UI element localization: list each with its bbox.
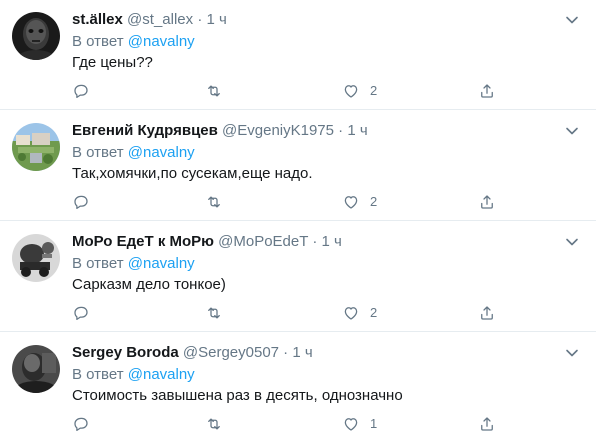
reply-icon (72, 415, 90, 433)
author-handle[interactable]: @EvgeniyK1975 (222, 122, 334, 139)
share-button[interactable] (478, 80, 496, 102)
author-name[interactable]: Sergey Boroda (72, 344, 179, 361)
tweet-header: st.ällex @st_allex · 1 ч (72, 10, 227, 30)
reply-feed: st.ällex @st_allex · 1 ч В ответ @navaln… (0, 0, 596, 440)
heart-icon (342, 415, 360, 433)
author-name[interactable]: Евгений Кудрявцев (72, 122, 218, 139)
heart-icon (342, 304, 360, 322)
like-count: 1 (370, 416, 378, 431)
like-count: 2 (370, 194, 378, 209)
mention-link[interactable]: @navalny (128, 144, 195, 161)
reply-prefix: В ответ (72, 255, 124, 272)
action-bar: 2 (72, 302, 512, 324)
reply-button[interactable] (72, 191, 90, 213)
timestamp[interactable]: 1 ч (321, 233, 341, 250)
share-button[interactable] (478, 413, 496, 435)
tweet-text: Сарказм дело тонкое) (72, 276, 226, 293)
chevron-down-icon[interactable] (564, 345, 580, 361)
tweet-header: Sergey Boroda @Sergey0507 · 1 ч (72, 343, 313, 363)
like-count: 2 (370, 305, 378, 320)
reply-prefix: В ответ (72, 366, 124, 383)
timestamp[interactable]: 1 ч (347, 122, 367, 139)
avatar[interactable] (12, 12, 60, 60)
tweet-header: Евгений Кудрявцев @EvgeniyK1975 · 1 ч (72, 121, 368, 141)
avatar[interactable] (12, 345, 60, 393)
share-icon (478, 193, 496, 211)
separator-dot: · (283, 344, 289, 361)
chevron-down-icon[interactable] (564, 234, 580, 250)
tweet-item[interactable]: Sergey Boroda @Sergey0507 · 1 ч В ответ … (0, 333, 596, 440)
reply-context: В ответ @navalny (72, 254, 195, 274)
reply-prefix: В ответ (72, 144, 124, 161)
separator-dot: · (312, 233, 318, 250)
reply-context: В ответ @navalny (72, 32, 195, 52)
share-icon (478, 304, 496, 322)
share-icon (478, 82, 496, 100)
timestamp[interactable]: 1 ч (292, 344, 312, 361)
like-button[interactable]: 2 (342, 302, 377, 324)
separator-dot: · (338, 122, 344, 139)
retweet-icon (205, 304, 223, 322)
reply-button[interactable] (72, 302, 90, 324)
author-name[interactable]: МоРо ЕдеТ к МоРю (72, 233, 214, 250)
reply-context: В ответ @navalny (72, 365, 195, 385)
mention-link[interactable]: @navalny (128, 255, 195, 272)
retweet-icon (205, 82, 223, 100)
reply-context: В ответ @navalny (72, 143, 195, 163)
timestamp[interactable]: 1 ч (206, 11, 226, 28)
author-handle[interactable]: @Sergey0507 (183, 344, 279, 361)
share-button[interactable] (478, 191, 496, 213)
tweet-text: Где цены?? (72, 54, 153, 71)
chevron-down-icon[interactable] (564, 12, 580, 28)
tweet-item[interactable]: st.ällex @st_allex · 1 ч В ответ @navaln… (0, 0, 596, 110)
avatar[interactable] (12, 234, 60, 282)
like-count: 2 (370, 83, 378, 98)
tweet-item[interactable]: Евгений Кудрявцев @EvgeniyK1975 · 1 ч В … (0, 111, 596, 221)
retweet-button[interactable] (205, 302, 223, 324)
retweet-icon (205, 193, 223, 211)
mention-link[interactable]: @navalny (128, 366, 195, 383)
like-button[interactable]: 1 (342, 413, 377, 435)
author-handle[interactable]: @MoPoEdeT (218, 233, 308, 250)
action-bar: 2 (72, 80, 512, 102)
tweet-header: МоРо ЕдеТ к МоРю @MoPoEdeT · 1 ч (72, 232, 342, 252)
reply-button[interactable] (72, 80, 90, 102)
like-button[interactable]: 2 (342, 191, 377, 213)
author-name[interactable]: st.ällex (72, 11, 123, 28)
heart-icon (342, 82, 360, 100)
reply-icon (72, 82, 90, 100)
tweet-text: Так,хомячки,по сусекам,еще надо. (72, 165, 313, 182)
avatar[interactable] (12, 123, 60, 171)
retweet-button[interactable] (205, 80, 223, 102)
share-button[interactable] (478, 302, 496, 324)
reply-prefix: В ответ (72, 33, 124, 50)
heart-icon (342, 193, 360, 211)
action-bar: 2 (72, 191, 512, 213)
reply-icon (72, 193, 90, 211)
chevron-down-icon[interactable] (564, 123, 580, 139)
tweet-item[interactable]: МоРо ЕдеТ к МоРю @MoPoEdeT · 1 ч В ответ… (0, 222, 596, 332)
reply-icon (72, 304, 90, 322)
like-button[interactable]: 2 (342, 80, 377, 102)
tweet-text: Стоимость завышена раз в десять, однозна… (72, 387, 403, 404)
action-bar: 1 (72, 413, 512, 435)
separator-dot: · (197, 11, 203, 28)
mention-link[interactable]: @navalny (128, 33, 195, 50)
reply-button[interactable] (72, 413, 90, 435)
retweet-icon (205, 415, 223, 433)
retweet-button[interactable] (205, 191, 223, 213)
share-icon (478, 415, 496, 433)
retweet-button[interactable] (205, 413, 223, 435)
author-handle[interactable]: @st_allex (127, 11, 193, 28)
